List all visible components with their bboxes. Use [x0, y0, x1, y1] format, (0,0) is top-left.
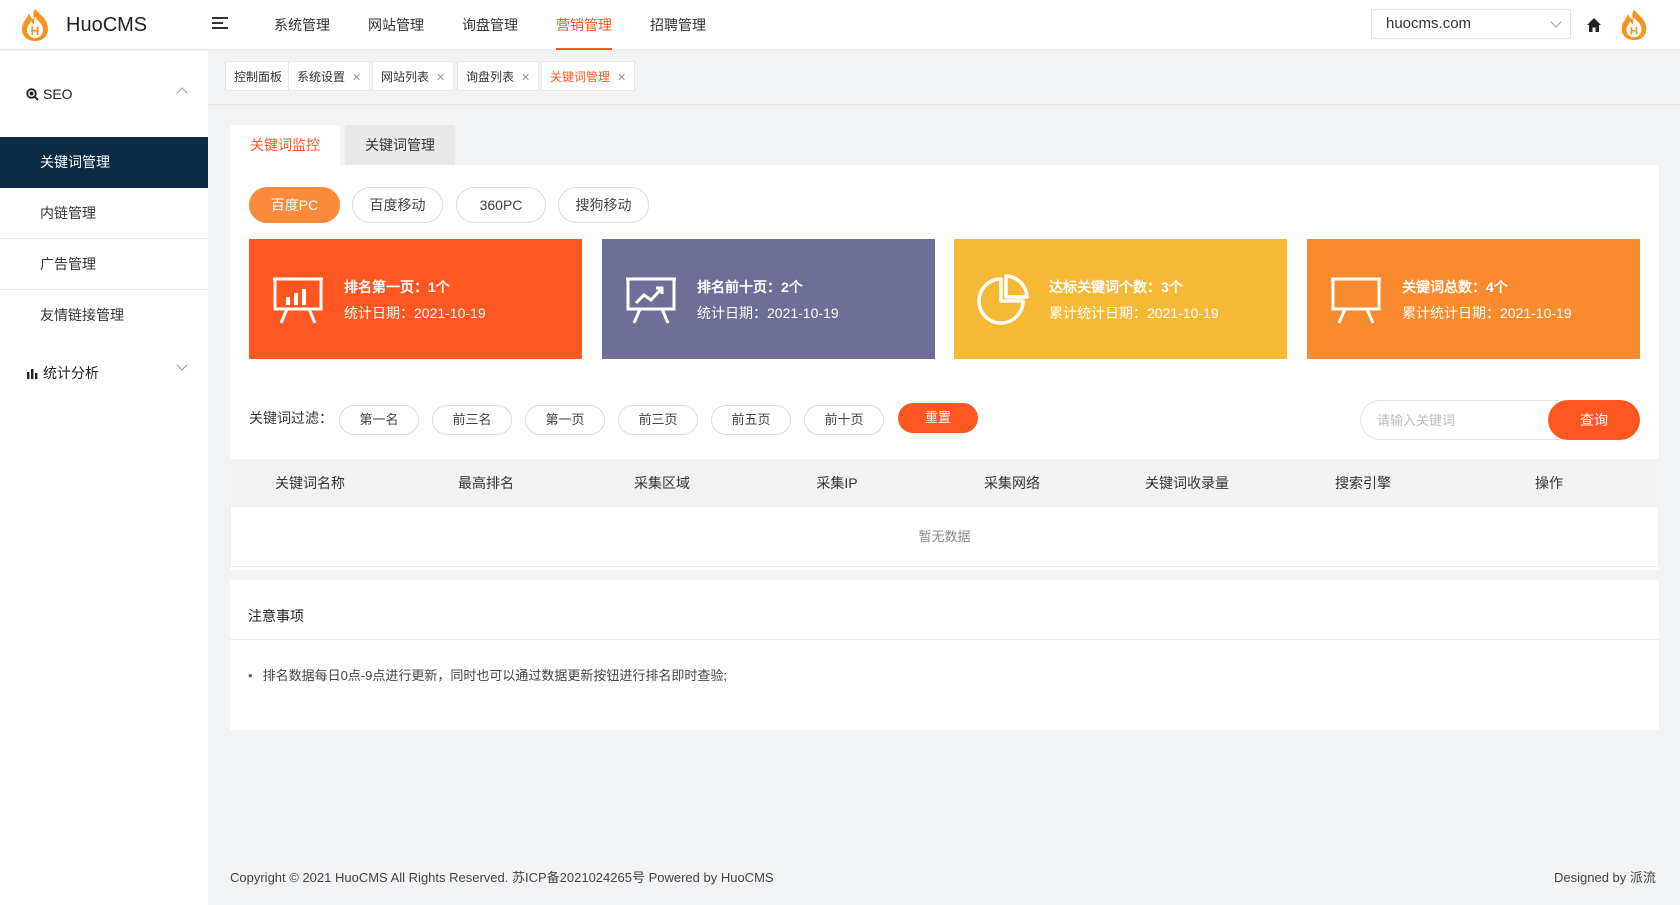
- col-network: 采集网络: [984, 475, 1040, 491]
- huocms-logo[interactable]: H: [18, 7, 52, 43]
- close-icon[interactable]: ✕: [436, 72, 445, 84]
- stat-qualified-date: 累计统计日期：2021-10-19: [1049, 305, 1219, 321]
- stat-card-total: 关键词总数：4个 累计统计日期：2021-10-19: [1307, 239, 1640, 359]
- notes-title: 注意事项: [248, 608, 304, 624]
- site-select-value: huocms.com: [1386, 15, 1472, 32]
- svg-text:H: H: [31, 24, 40, 38]
- tab-inquiry-list[interactable]: 询盘列表 ✕: [457, 61, 540, 91]
- col-ip: 采集IP: [816, 475, 858, 491]
- tab-site-list[interactable]: 网站列表 ✕: [372, 61, 455, 91]
- menu-toggle-icon[interactable]: [212, 17, 228, 31]
- col-actions: 操作: [1535, 475, 1563, 491]
- col-keyword-name: 关键词名称: [275, 475, 345, 491]
- subtab-keyword-monitor[interactable]: 关键词监控: [230, 125, 340, 165]
- search-button[interactable]: 查询: [1548, 400, 1640, 440]
- home-icon[interactable]: [1586, 17, 1602, 33]
- table-empty-state: 暂无数据: [230, 507, 1659, 567]
- chevron-down-icon: [1550, 16, 1562, 28]
- sidebar-group-seo-label: SEO: [43, 86, 73, 102]
- sidebar-item-keyword-manage[interactable]: 关键词管理: [0, 137, 208, 188]
- top-nav: 系统管理 网站管理 询盘管理 营销管理 招聘管理: [255, 0, 725, 50]
- pie-chart-icon: [977, 274, 1029, 325]
- close-icon[interactable]: ✕: [352, 72, 361, 84]
- sidebar-item-internal-links[interactable]: 内链管理: [0, 188, 208, 239]
- stat-total-date: 累计统计日期：2021-10-19: [1402, 305, 1572, 321]
- sidebar-group-seo[interactable]: SEO: [0, 51, 208, 137]
- brand-name: HuoCMS: [66, 14, 148, 36]
- col-index-count: 关键词收录量: [1145, 475, 1229, 491]
- divider: [230, 639, 1659, 640]
- top-header: H HuoCMS 系统管理 网站管理 询盘管理 营销管理 招聘管理 huocms…: [0, 0, 1680, 50]
- filter-first-page[interactable]: 第一页: [525, 405, 605, 435]
- subtab-keyword-manage[interactable]: 关键词管理: [345, 125, 455, 165]
- site-select[interactable]: huocms.com: [1371, 9, 1571, 39]
- table-header: 关键词名称 最高排名 采集区域 采集IP 采集网络 关键词收录量 搜索引擎 操作: [230, 459, 1659, 507]
- sidebar-item-friend-links[interactable]: 友情链接管理: [0, 290, 208, 341]
- stat-first-page-date: 统计日期：2021-10-19: [344, 305, 486, 321]
- sidebar: SEO 关键词管理 内链管理 广告管理 友情链接管理 统计分析: [0, 51, 208, 905]
- engine-baidu-pc[interactable]: 百度PC: [249, 187, 340, 223]
- stat-card-qualified: 达标关键词个数：3个 累计统计日期：2021-10-19: [954, 239, 1287, 359]
- keyword-search-input[interactable]: [1360, 400, 1560, 440]
- stat-card-first-page: 排名第一页：1个 统计日期：2021-10-19: [249, 239, 582, 359]
- col-search-engine: 搜索引擎: [1335, 475, 1391, 491]
- sidebar-item-ads[interactable]: 广告管理: [0, 239, 208, 290]
- topnav-system[interactable]: 系统管理: [255, 0, 349, 50]
- engine-360-pc[interactable]: 360PC: [456, 187, 546, 223]
- topnav-recruit[interactable]: 招聘管理: [631, 0, 725, 50]
- trend-board-icon: [626, 277, 676, 324]
- sidebar-group-stats-label: 统计分析: [43, 365, 99, 381]
- col-region: 采集区域: [634, 475, 690, 491]
- notes-item: 排名数据每日0点-9点进行更新，同时也可以通过数据更新按钮进行排名即时查验;: [248, 665, 727, 684]
- stat-total-title: 关键词总数：4个: [1402, 279, 1508, 295]
- stat-card-top-ten: 排名前十页：2个 统计日期：2021-10-19: [602, 239, 935, 359]
- tab-system-settings[interactable]: 系统设置 ✕: [288, 61, 371, 91]
- sidebar-group-stats[interactable]: 统计分析: [0, 341, 208, 401]
- tab-system-settings-label: 系统设置: [297, 70, 346, 84]
- filter-top-five-pages[interactable]: 前五页: [711, 405, 791, 435]
- footer-designer: Designed by 派流: [1554, 870, 1656, 885]
- tab-inquiry-list-label: 询盘列表: [466, 70, 515, 84]
- filter-top-ten-pages[interactable]: 前十页: [804, 405, 884, 435]
- seo-icon: [26, 87, 39, 101]
- col-highest-rank: 最高排名: [458, 475, 514, 491]
- bar-chart-icon: [27, 369, 38, 379]
- filter-top-three[interactable]: 前三名: [432, 405, 512, 435]
- filter-top-three-pages[interactable]: 前三页: [618, 405, 698, 435]
- topnav-marketing[interactable]: 营销管理: [537, 0, 631, 50]
- stat-top-ten-title: 排名前十页：2个: [697, 279, 803, 295]
- stat-first-page-title: 排名第一页：1个: [344, 279, 450, 295]
- avatar[interactable]: H: [1617, 8, 1651, 42]
- close-icon[interactable]: ✕: [521, 72, 530, 84]
- stat-top-ten-date: 统计日期：2021-10-19: [697, 305, 839, 321]
- engine-sogou-mobile[interactable]: 搜狗移动: [558, 187, 649, 223]
- keyword-filter-label: 关键词过滤：: [249, 410, 333, 426]
- tab-keyword-manage-label: 关键词管理: [550, 70, 611, 84]
- tab-dashboard[interactable]: 控制面板: [225, 61, 292, 91]
- chevron-down-icon: [176, 359, 188, 371]
- topnav-website[interactable]: 网站管理: [349, 0, 443, 50]
- tab-dashboard-label: 控制面板: [234, 70, 283, 84]
- topnav-inquiry[interactable]: 询盘管理: [443, 0, 537, 50]
- svg-text:H: H: [1630, 25, 1638, 37]
- filter-first[interactable]: 第一名: [339, 405, 419, 435]
- notes-panel: 注意事项 排名数据每日0点-9点进行更新，同时也可以通过数据更新按钮进行排名即时…: [230, 580, 1659, 730]
- reset-button[interactable]: 重置: [898, 403, 978, 433]
- tab-keyword-manage[interactable]: 关键词管理 ✕: [541, 61, 636, 91]
- close-icon[interactable]: ✕: [617, 72, 626, 84]
- stat-qualified-title: 达标关键词个数：3个: [1049, 279, 1183, 295]
- tab-site-list-label: 网站列表: [381, 70, 430, 84]
- board-icon: [1331, 277, 1381, 324]
- page-tab-bar: 控制面板 系统设置 ✕ 网站列表 ✕ 询盘列表 ✕ 关键词管理 ✕: [208, 51, 1680, 105]
- footer-copyright: Copyright © 2021 HuoCMS All Rights Reser…: [230, 870, 774, 885]
- engine-baidu-mobile[interactable]: 百度移动: [352, 187, 443, 223]
- chevron-up-icon: [176, 87, 188, 99]
- presentation-chart-icon: [273, 277, 323, 324]
